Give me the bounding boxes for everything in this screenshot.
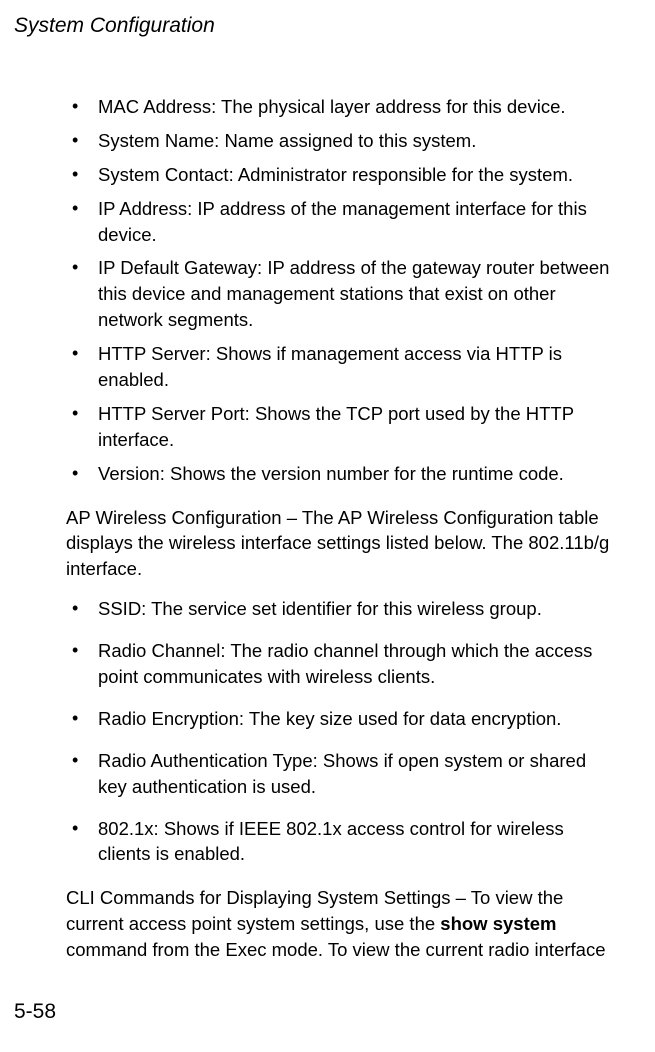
list-item: System Contact: Administrator responsibl… xyxy=(66,162,617,188)
list-item: MAC Address: The physical layer address … xyxy=(66,94,617,120)
list-item: Radio Authentication Type: Shows if open… xyxy=(66,748,617,800)
cli-command-bold: show system xyxy=(440,913,556,934)
list-item: Version: Shows the version number for th… xyxy=(66,461,617,487)
list-item: 802.1x: Shows if IEEE 802.1x access cont… xyxy=(66,816,617,868)
paragraph-ap-wireless: AP Wireless Configuration – The AP Wirel… xyxy=(66,505,617,583)
main-content: MAC Address: The physical layer address … xyxy=(66,94,617,963)
cli-text-post: command from the Exec mode. To view the … xyxy=(66,939,606,960)
list-item: IP Default Gateway: IP address of the ga… xyxy=(66,255,617,333)
list-item: IP Address: IP address of the management… xyxy=(66,196,617,248)
bullet-list-2: SSID: The service set identifier for thi… xyxy=(66,596,617,867)
paragraph-cli: CLI Commands for Displaying System Setti… xyxy=(66,885,617,963)
page-number: 5-58 xyxy=(14,1000,56,1024)
list-item: Radio Channel: The radio channel through… xyxy=(66,638,617,690)
list-item: HTTP Server Port: Shows the TCP port use… xyxy=(66,401,617,453)
list-item: HTTP Server: Shows if management access … xyxy=(66,341,617,393)
bullet-list-1: MAC Address: The physical layer address … xyxy=(66,94,617,487)
page-header: System Configuration xyxy=(14,14,617,38)
list-item: System Name: Name assigned to this syste… xyxy=(66,128,617,154)
list-item: SSID: The service set identifier for thi… xyxy=(66,596,617,622)
list-item: Radio Encryption: The key size used for … xyxy=(66,706,617,732)
